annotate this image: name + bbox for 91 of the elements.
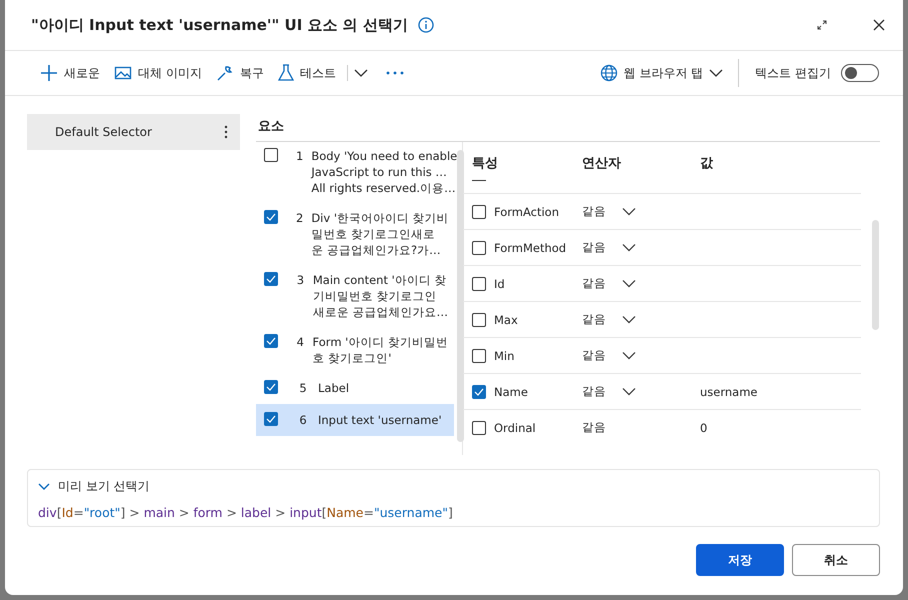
checkbox[interactable]: [472, 276, 486, 290]
toolbar-button[interactable]: 대체 이미지: [109, 60, 207, 86]
attribute-name: Ordinal: [494, 420, 536, 434]
checkbox[interactable]: [264, 148, 278, 162]
image-icon: [114, 65, 132, 81]
checkbox[interactable]: [264, 380, 278, 394]
selector-item[interactable]: Default Selector: [27, 114, 240, 150]
checkbox[interactable]: [472, 384, 486, 398]
preview-label: 미리 보기 선택기: [58, 478, 150, 495]
chevron-down-icon: [709, 68, 724, 78]
element-number: 5: [298, 380, 308, 396]
scrollbar[interactable]: [457, 150, 464, 442]
element-text: 호 찾기로그인': [312, 350, 392, 366]
element-text: 기비밀번호 찾기로그인: [312, 288, 438, 304]
element-text: Body 'You need to enable: [311, 148, 458, 164]
checkbox[interactable]: [472, 348, 486, 362]
column-header: 연산자: [582, 155, 622, 172]
element-text: JavaScript to run this …: [311, 164, 448, 180]
element-text: Input text 'username': [318, 412, 442, 428]
operator-text: 같음: [582, 276, 606, 291]
chevron-icon[interactable]: [38, 482, 50, 490]
flask-icon: [278, 64, 294, 82]
toolbar-button[interactable]: 새로운: [35, 60, 105, 86]
attribute-name: Name: [494, 384, 528, 398]
element-item[interactable]: 6 Input text 'username': [256, 404, 454, 436]
checkbox[interactable]: [264, 334, 278, 348]
operator-text: 같음: [582, 384, 606, 399]
checkbox[interactable]: [472, 204, 486, 218]
element-item[interactable]: 5 Label: [256, 374, 454, 404]
browser-tab-dropdown[interactable]: 웹 브라우저 탭: [594, 60, 728, 86]
attribute-value: username: [700, 384, 758, 398]
save-button[interactable]: 저장: [696, 544, 784, 576]
operator-text: 같음: [582, 348, 606, 363]
close-icon[interactable]: [873, 19, 885, 31]
operator-text: 같음: [582, 204, 606, 219]
globe-icon: [600, 64, 618, 82]
expand-icon[interactable]: [817, 20, 827, 30]
checkbox[interactable]: [472, 420, 486, 434]
wrench-icon: [216, 64, 234, 82]
chevron-down-icon[interactable]: [622, 207, 636, 216]
attribute-name: Min: [494, 348, 514, 362]
attribute-name: Max: [494, 312, 518, 326]
element-item[interactable]: 4 Form '아이디 찾기비밀번 호 찾기로그인': [256, 328, 454, 374]
toolbar-button[interactable]: 복구: [210, 60, 269, 86]
element-number: 4: [296, 334, 305, 350]
elements-heading: 요소: [256, 114, 880, 142]
element-item[interactable]: 2 Div '한국어아이디 찾기비 밀번호 찾기로그인새로 운 공급업체인가요?가…: [256, 204, 454, 266]
operator-text: 같음: [582, 240, 606, 255]
element-text: Div '한국어아이디 찾기비: [311, 210, 449, 226]
attribute-name: Id: [494, 276, 505, 290]
more-icon[interactable]: [224, 125, 228, 139]
element-item[interactable]: 3 Main content '아이디 찾 기비밀번호 찾기로그인 새로운 공급업체인가요…: [256, 266, 454, 328]
text-editor-toggle[interactable]: [841, 64, 879, 82]
chevron-down-icon[interactable]: [622, 243, 636, 252]
element-number: 2: [296, 210, 304, 226]
selector-code: div[Id="root"] > main > form > label > input[Name="username"]: [38, 505, 454, 520]
more-icon[interactable]: [386, 71, 404, 75]
dialog-title: "아이디 Input text 'username'" UI 요소 의 선택기: [31, 16, 408, 34]
element-text: All rights reserved.이용…: [311, 180, 457, 196]
element-number: 6: [298, 412, 308, 428]
chevron-down-icon[interactable]: [622, 351, 636, 360]
checkbox[interactable]: [264, 272, 278, 286]
attribute-name: FormMethod: [494, 240, 566, 254]
checkbox[interactable]: [264, 210, 278, 224]
checkbox[interactable]: [472, 240, 486, 254]
plus-icon: [40, 64, 58, 82]
info-icon[interactable]: [418, 17, 434, 33]
chevron-down-icon[interactable]: [622, 279, 636, 288]
checkbox[interactable]: [264, 412, 278, 426]
element-text: 밀번호 찾기로그인새로: [311, 226, 436, 242]
chevron-down-icon[interactable]: [622, 387, 636, 396]
text-editor-label: 텍스트 편집기: [754, 64, 832, 82]
element-number: 1: [296, 148, 304, 164]
element-text: Main content '아이디 찾: [312, 272, 448, 288]
element-text: Label: [318, 380, 350, 396]
chevron-down-icon[interactable]: [622, 315, 636, 324]
operator-text: 같음: [582, 312, 606, 327]
operator-text: 같음: [582, 420, 606, 435]
cancel-button[interactable]: 취소: [792, 544, 880, 576]
element-number: 3: [296, 272, 305, 288]
attribute-value: 0: [700, 420, 708, 434]
checkbox[interactable]: [472, 312, 486, 326]
attribute-name: FormAction: [494, 204, 559, 218]
chevron-down-icon[interactable]: [354, 68, 368, 78]
column-header: 특성: [471, 155, 499, 172]
element-text: Form '아이디 찾기비밀번: [312, 334, 448, 350]
toolbar-button[interactable]: 테스트: [272, 60, 341, 86]
scrollbar[interactable]: [872, 220, 879, 330]
element-text: 새로운 공급업체인가요…: [312, 304, 448, 320]
column-header: 값: [700, 155, 714, 172]
element-text: 운 공급업체인가요?가…: [311, 242, 442, 258]
